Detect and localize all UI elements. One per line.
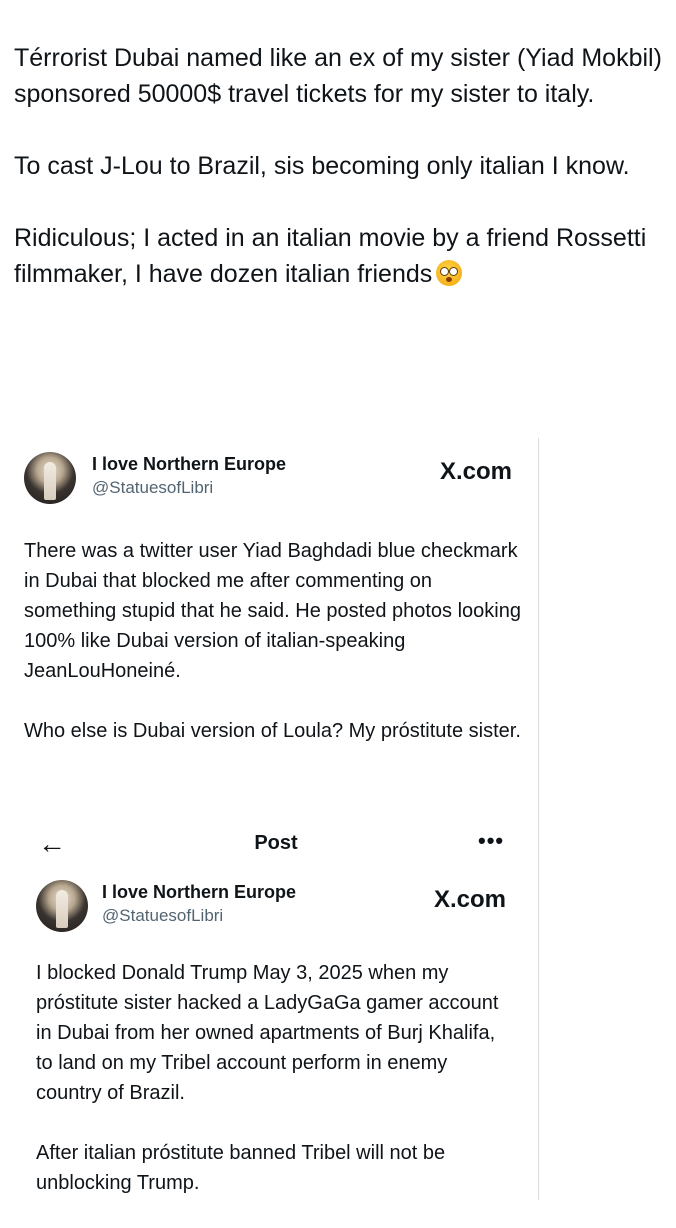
post-paragraph: I blocked Donald Trump May 3, 2025 when … <box>36 962 499 1104</box>
screenshot-edge <box>538 438 539 1200</box>
post-paragraph: Who else is Dubai version of Loula? My p… <box>24 720 521 742</box>
previous-content-edge <box>14 0 354 4</box>
avatar <box>36 880 88 932</box>
author-name: I love Northern Europe <box>102 882 297 902</box>
post-body: I blocked Donald Trump May 3, 2025 when … <box>36 958 512 1228</box>
post-paragraph: There was a twitter user Yiad Baghdadi b… <box>24 540 521 682</box>
tweet-body: Térrorist Dubai named like an ex of my s… <box>14 40 662 328</box>
tweet-paragraph-text: Ridiculous; I acted in an italian movie … <box>14 224 647 288</box>
tweet-paragraph: Ridiculous; I acted in an italian movie … <box>14 220 662 292</box>
source-label: X.com <box>434 886 507 913</box>
post-header: ← Post ••• <box>0 826 538 866</box>
post-paragraph: After italian próstitute banned Tribel w… <box>36 1142 446 1194</box>
flushed-face-emoji-icon <box>436 260 463 286</box>
tweet-paragraph: Térrorist Dubai named like an ex of my s… <box>14 44 662 108</box>
post-title: Post <box>254 832 298 854</box>
post-body: There was a twitter user Yiad Baghdadi b… <box>24 536 524 776</box>
tweet-paragraph: To cast J-Lou to Brazil, sis becoming on… <box>14 152 630 180</box>
more-icon[interactable]: ••• <box>478 828 504 854</box>
avatar <box>24 452 76 504</box>
author-handle: @StatuesofLibri <box>102 906 224 925</box>
author-name: I love Northern Europe <box>92 454 287 474</box>
author-handle: @StatuesofLibri <box>92 478 214 497</box>
source-label: X.com <box>440 458 513 485</box>
